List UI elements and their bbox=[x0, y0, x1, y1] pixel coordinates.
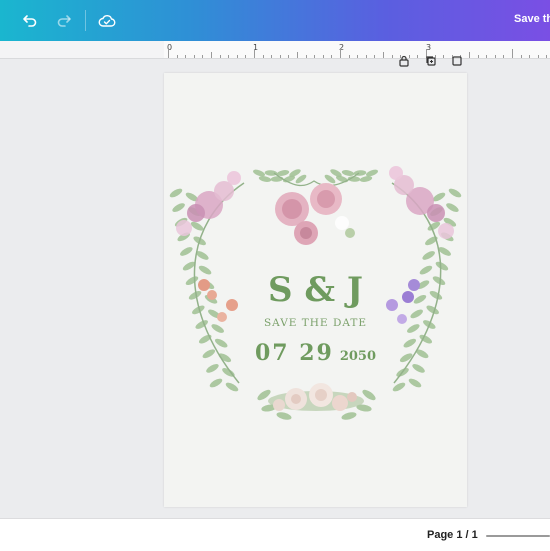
zoom-slider[interactable] bbox=[486, 535, 550, 537]
leaf bbox=[172, 203, 185, 212]
save-button[interactable]: Save th bbox=[514, 13, 550, 25]
add-page-icon bbox=[452, 56, 462, 66]
leaf bbox=[225, 382, 239, 392]
left-magnolia-cluster bbox=[176, 171, 241, 236]
event-date-day: 07 29 bbox=[254, 340, 334, 366]
event-date-year: 2050 bbox=[339, 349, 377, 364]
leaf bbox=[264, 170, 278, 176]
leaf bbox=[190, 221, 204, 231]
lock-page-button[interactable] bbox=[398, 55, 410, 67]
ruler-tick bbox=[340, 49, 341, 58]
ruler-tick bbox=[168, 49, 169, 58]
leaf bbox=[408, 378, 422, 388]
leaf bbox=[169, 188, 183, 198]
bottom-rose-cluster bbox=[268, 383, 364, 411]
redo-button[interactable] bbox=[51, 8, 77, 34]
horizontal-ruler: 0 1 2 3 bbox=[0, 41, 550, 59]
leaf bbox=[359, 176, 373, 182]
leaf bbox=[270, 176, 284, 182]
save-the-date-text[interactable]: SAVE THE DATE bbox=[164, 317, 467, 329]
couple-initials[interactable]: S & J bbox=[164, 270, 467, 310]
cloud-save-status-button[interactable] bbox=[94, 8, 120, 34]
editor-footer: Page 1 / 1 bbox=[0, 518, 550, 551]
top-rose-cluster bbox=[275, 183, 355, 245]
leaf bbox=[422, 251, 435, 260]
right-magnolia-cluster bbox=[389, 166, 454, 239]
leaf bbox=[448, 188, 462, 198]
lock-icon bbox=[399, 55, 409, 67]
leaf bbox=[341, 170, 355, 176]
ruler-tick bbox=[512, 49, 513, 58]
leaf bbox=[209, 378, 223, 388]
leaf bbox=[446, 203, 459, 212]
design-page[interactable]: S & J SAVE THE DATE 07 29 2050 bbox=[164, 73, 467, 507]
leaf bbox=[258, 176, 272, 182]
duplicate-page-button[interactable] bbox=[425, 55, 437, 67]
add-page-button[interactable] bbox=[451, 55, 463, 67]
leaf bbox=[180, 247, 193, 256]
editor-toolbar: Save th bbox=[0, 0, 550, 41]
ruler-tick bbox=[254, 49, 255, 58]
cloud-check-icon bbox=[98, 15, 116, 27]
duplicate-page-icon bbox=[426, 56, 436, 66]
page-indicator-button[interactable]: Page 1 / 1 bbox=[427, 529, 478, 541]
event-date[interactable]: 07 29 2050 bbox=[164, 340, 467, 366]
redo-icon bbox=[57, 15, 71, 27]
toolbar-divider bbox=[85, 10, 86, 31]
undo-icon bbox=[23, 15, 37, 27]
leaf bbox=[276, 412, 292, 420]
undo-button[interactable] bbox=[17, 8, 43, 34]
save-button-label: Save th bbox=[514, 13, 550, 25]
leaf bbox=[341, 412, 357, 420]
ruler-track: 0 1 2 3 bbox=[164, 41, 550, 58]
